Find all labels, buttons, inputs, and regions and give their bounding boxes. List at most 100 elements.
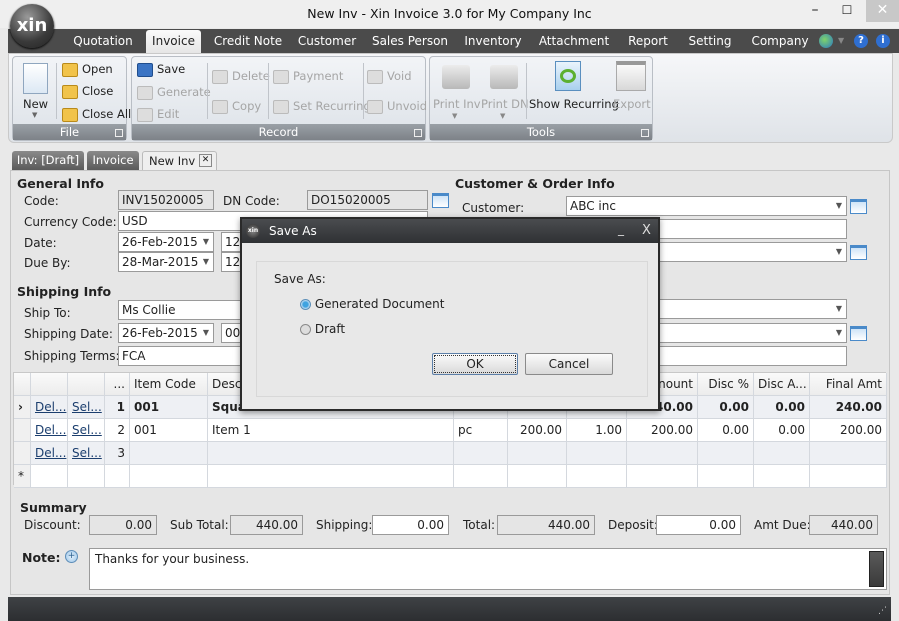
select-item-link[interactable]: Sel...: [68, 442, 105, 465]
close-button[interactable]: Close: [62, 84, 113, 99]
save-button[interactable]: Save: [137, 62, 185, 77]
grid-cell[interactable]: 1.00: [567, 419, 627, 442]
dn-code-field[interactable]: DO15020005: [307, 190, 428, 210]
payment-button[interactable]: Payment: [273, 69, 343, 84]
tab-setting[interactable]: Setting: [684, 30, 736, 53]
generate-button[interactable]: Generate: [137, 85, 211, 100]
tab-quotation[interactable]: Quotation: [68, 30, 138, 53]
grid-cell[interactable]: [810, 442, 887, 465]
dialog-close-button[interactable]: X: [642, 223, 651, 238]
cancel-button[interactable]: Cancel: [525, 353, 613, 375]
grid-cell[interactable]: 200.00: [508, 419, 567, 442]
column-header[interactable]: [14, 373, 31, 396]
resize-grip-icon[interactable]: ⋰: [878, 606, 887, 616]
globe-icon[interactable]: [819, 34, 833, 48]
delete-button[interactable]: Delete: [212, 69, 270, 84]
help-icon[interactable]: ?: [854, 34, 868, 48]
open-button[interactable]: Open: [62, 62, 113, 77]
shipping-field[interactable]: 0.00: [372, 515, 449, 535]
delete-row-link[interactable]: Del...: [31, 442, 68, 465]
print-dn-button[interactable]: Print DN: [481, 97, 529, 111]
maximize-button[interactable]: ☐: [832, 0, 862, 22]
column-header[interactable]: Final Amt: [810, 373, 887, 396]
grid-cell[interactable]: [454, 465, 508, 488]
column-header[interactable]: Disc %: [698, 373, 754, 396]
tab-credit-note[interactable]: Credit Note: [210, 30, 286, 53]
grid-cell[interactable]: [567, 465, 627, 488]
grid-cell[interactable]: 0.00: [698, 419, 754, 442]
subtotal-field[interactable]: 440.00: [230, 515, 303, 535]
edit-icon[interactable]: [432, 193, 449, 208]
info-icon[interactable]: i: [876, 34, 890, 48]
column-header[interactable]: ...: [105, 373, 130, 396]
tab-report[interactable]: Report: [622, 30, 674, 53]
grid-cell[interactable]: [508, 465, 567, 488]
ship-to-field[interactable]: Ms Collie: [118, 300, 258, 320]
grid-cell[interactable]: 001: [130, 396, 208, 419]
grid-cell[interactable]: [208, 442, 454, 465]
dialog-minimize-button[interactable]: _: [618, 222, 624, 236]
column-header[interactable]: Item Code: [130, 373, 208, 396]
set-recurring-button[interactable]: Set Recurring: [273, 99, 371, 114]
deposit-field[interactable]: 0.00: [656, 515, 741, 535]
note-scrollbar[interactable]: [869, 551, 884, 587]
date-picker[interactable]: 26-Feb-2015 ▼: [118, 232, 214, 252]
grid-cell[interactable]: [698, 465, 754, 488]
column-header[interactable]: [68, 373, 105, 396]
export-button[interactable]: Export: [613, 97, 651, 111]
grid-cell[interactable]: [627, 465, 698, 488]
delete-row-link[interactable]: Del...: [31, 396, 68, 419]
grid-cell[interactable]: Item 1: [208, 419, 454, 442]
dialog-launcher-icon[interactable]: [115, 129, 123, 137]
grid-cell[interactable]: [130, 465, 208, 488]
ok-button[interactable]: OK: [432, 353, 518, 375]
edit-contact-icon[interactable]: [850, 245, 867, 260]
grid-cell[interactable]: [754, 465, 810, 488]
grid-cell[interactable]: 0.00: [754, 419, 810, 442]
note-textarea[interactable]: Thanks for your business.: [89, 548, 887, 590]
delete-row-link[interactable]: [31, 465, 68, 488]
column-header[interactable]: [31, 373, 68, 396]
grid-cell[interactable]: 001: [130, 419, 208, 442]
void-button[interactable]: Void: [367, 69, 412, 84]
unvoid-button[interactable]: Unvoid: [367, 99, 427, 114]
grid-cell[interactable]: 3: [105, 442, 130, 465]
row-indicator[interactable]: [14, 442, 31, 465]
grid-cell[interactable]: [105, 465, 130, 488]
tab-inventory[interactable]: Inventory: [460, 30, 526, 53]
tab-customer[interactable]: Customer: [294, 30, 360, 53]
zoom-in-icon[interactable]: +: [65, 550, 78, 563]
discount-field[interactable]: 0.00: [89, 515, 157, 535]
close-window-button[interactable]: ✕: [866, 0, 899, 22]
close-all-button[interactable]: Close All: [62, 107, 131, 122]
chevron-down-icon[interactable]: ▼: [838, 36, 844, 45]
delete-row-link[interactable]: Del...: [31, 419, 68, 442]
grid-cell[interactable]: 200.00: [627, 419, 698, 442]
tab-sales-person[interactable]: Sales Person: [370, 30, 450, 53]
tab-invoice[interactable]: Invoice: [146, 30, 201, 53]
print-inv-button[interactable]: Print Inv: [433, 97, 481, 111]
select-item-link[interactable]: [68, 465, 105, 488]
tab-company[interactable]: Company: [750, 30, 810, 53]
amt-due-field[interactable]: 440.00: [809, 515, 878, 535]
grid-cell[interactable]: [130, 442, 208, 465]
grid-cell[interactable]: pc: [454, 419, 508, 442]
grid-cell[interactable]: 240.00: [810, 396, 887, 419]
grid-cell[interactable]: 0.00: [754, 396, 810, 419]
grid-cell[interactable]: [627, 442, 698, 465]
radio-draft[interactable]: Draft: [300, 322, 345, 336]
grid-cell[interactable]: 2: [105, 419, 130, 442]
edit-customer-icon[interactable]: [850, 199, 867, 214]
ship-date-picker[interactable]: 26-Feb-2015 ▼: [118, 323, 214, 343]
edit-button[interactable]: Edit: [137, 107, 179, 122]
grid-cell[interactable]: [454, 442, 508, 465]
dialog-launcher-icon[interactable]: [414, 129, 422, 137]
new-button[interactable]: New: [23, 97, 48, 111]
total-field[interactable]: 440.00: [497, 515, 595, 535]
grid-cell[interactable]: [567, 442, 627, 465]
due-date-picker[interactable]: 28-Mar-2015 ▼: [118, 252, 214, 272]
customer-dropdown[interactable]: ABC inc ▼: [566, 196, 847, 216]
row-indicator[interactable]: *: [14, 465, 31, 488]
grid-cell[interactable]: [508, 442, 567, 465]
grid-cell[interactable]: [208, 465, 454, 488]
